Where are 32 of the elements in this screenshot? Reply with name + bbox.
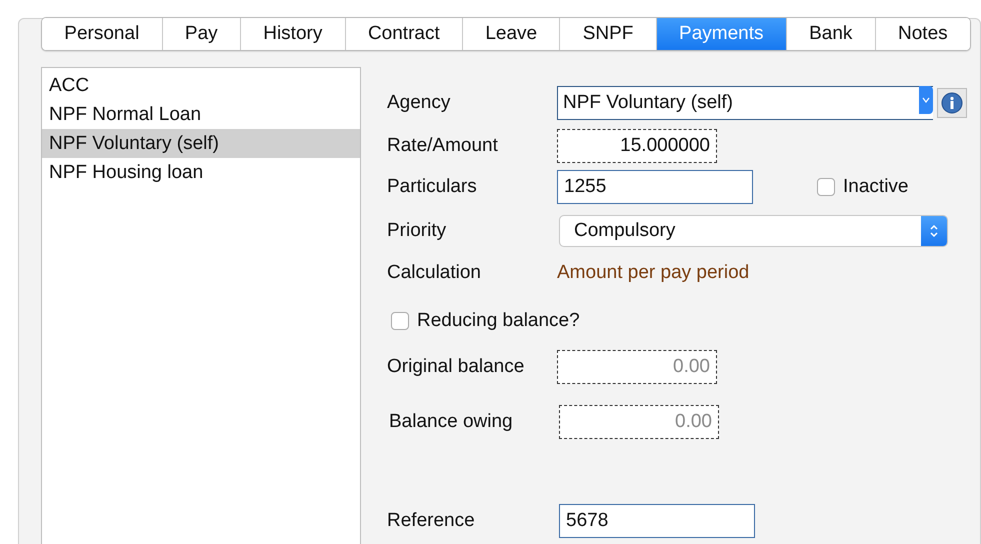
agency-combo-box[interactable]: NPF Voluntary (self) xyxy=(557,86,934,120)
field-label: Original balance xyxy=(387,356,526,378)
tab[interactable]: Contract xyxy=(346,18,464,50)
field-label: Rate/Amount xyxy=(387,135,499,157)
list-item[interactable]: NPF Normal Loan xyxy=(42,100,360,129)
tab[interactable]: Notes xyxy=(876,18,970,50)
reducing-balance-checkbox[interactable] xyxy=(391,312,409,330)
stepper-arrows-icon xyxy=(921,216,947,246)
field-label: Balance owing xyxy=(389,411,514,433)
info-icon xyxy=(941,92,964,114)
checkbox-label: Inactive xyxy=(843,176,908,198)
info-button[interactable] xyxy=(937,88,967,118)
particulars-field[interactable]: 1255 xyxy=(557,170,753,204)
field-label: Priority xyxy=(387,220,448,242)
tab[interactable]: SNPF xyxy=(560,18,657,50)
tab[interactable]: Leave xyxy=(463,18,560,50)
calculation-value: Amount per pay period xyxy=(557,262,750,284)
tab[interactable]: Bank xyxy=(786,18,876,50)
list-item[interactable]: NPF Housing loan xyxy=(42,158,360,187)
checkbox-label: Reducing balance? xyxy=(417,310,580,332)
tab[interactable]: Pay xyxy=(162,18,241,50)
field-label: Reference xyxy=(387,510,476,532)
list-item[interactable]: NPF Voluntary (self) xyxy=(42,129,360,158)
field-label: Calculation xyxy=(387,262,482,284)
rate-amount-field[interactable]: 15.000000 xyxy=(557,129,717,163)
field-label: Particulars xyxy=(387,176,478,198)
tab[interactable]: Personal xyxy=(42,18,163,50)
field-label: Agency xyxy=(387,92,452,114)
tab[interactable]: History xyxy=(240,18,346,50)
priority-select[interactable]: Compulsory xyxy=(559,215,948,247)
list-item[interactable]: ACC xyxy=(42,71,360,100)
reference-field[interactable]: 5678 xyxy=(559,504,755,538)
